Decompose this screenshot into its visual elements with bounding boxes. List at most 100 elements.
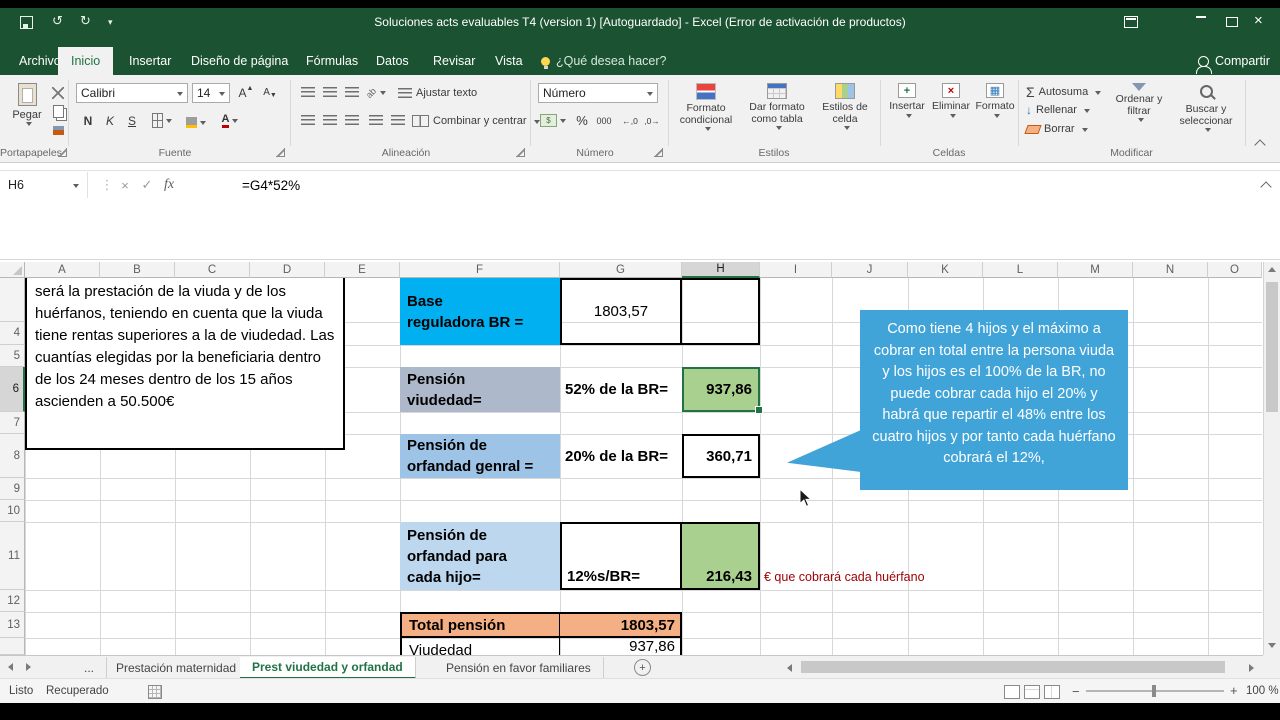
- column-header-J[interactable]: J: [832, 262, 908, 278]
- font-dialog-launcher-icon[interactable]: [276, 148, 285, 157]
- tab-insertar[interactable]: Insertar: [116, 47, 184, 75]
- delete-cells-button[interactable]: × Eliminar: [930, 79, 972, 123]
- worksheet[interactable]: ABCDEFGHIJKLMNO 45678910111213 será la p…: [0, 262, 1263, 655]
- clipboard-dialog-launcher-icon[interactable]: [58, 148, 67, 157]
- tab-formulas[interactable]: Fórmulas: [293, 47, 371, 75]
- align-top-icon[interactable]: [298, 83, 318, 102]
- cut-icon[interactable]: [48, 83, 68, 102]
- cell-row14-value[interactable]: 937,86: [560, 638, 682, 655]
- underline-button[interactable]: S: [122, 111, 142, 130]
- alignment-dialog-launcher-icon[interactable]: [516, 148, 525, 157]
- sheet-tab-pension-en-favor-familiares[interactable]: Pensión en favor familiares: [434, 657, 604, 679]
- conditional-format-button[interactable]: Formato condicional: [672, 79, 740, 136]
- add-sheet-button[interactable]: +: [634, 659, 651, 676]
- currency-icon[interactable]: $: [540, 111, 566, 130]
- row-header-partial[interactable]: [0, 278, 25, 322]
- decrease-decimal-icon[interactable]: ,0→: [642, 111, 662, 130]
- view-page-break-icon[interactable]: [1044, 685, 1060, 699]
- row-header-10[interactable]: 10: [0, 500, 25, 522]
- row-header-12[interactable]: 12: [0, 590, 25, 612]
- horizontal-scroll-thumb[interactable]: [801, 661, 1225, 673]
- row-header-11[interactable]: 11: [0, 522, 25, 590]
- close-icon[interactable]: ×: [1254, 12, 1263, 29]
- view-page-layout-icon[interactable]: [1024, 685, 1040, 699]
- cell-hijo-value[interactable]: 216,43: [682, 522, 760, 590]
- align-left-icon[interactable]: [298, 111, 318, 130]
- decrease-indent-icon[interactable]: [366, 111, 386, 130]
- note-textbox[interactable]: será la prestación de la viuda y de los …: [25, 278, 345, 450]
- format-painter-icon[interactable]: [48, 121, 68, 140]
- vertical-scrollbar[interactable]: [1263, 262, 1280, 655]
- merge-center-button[interactable]: Combinar y centrar: [412, 115, 540, 127]
- cell-hijo-label[interactable]: Pensión de orfandad para cada hijo=: [400, 522, 560, 590]
- tab-overflow[interactable]: ...: [72, 657, 107, 679]
- formula-input[interactable]: =G4*52%: [242, 172, 300, 198]
- cell-hijo-pct[interactable]: 12%s/BR=: [560, 522, 682, 590]
- sheet-nav-left-icon[interactable]: [8, 663, 13, 671]
- font-name-combo[interactable]: Calibri: [76, 83, 188, 103]
- align-right-icon[interactable]: [342, 111, 362, 130]
- cell-total-label[interactable]: Total pensión: [400, 612, 560, 638]
- tab-datos[interactable]: Datos: [363, 47, 422, 75]
- align-bottom-icon[interactable]: [342, 83, 362, 102]
- row-header-7[interactable]: 7: [0, 412, 25, 434]
- row-header-partial[interactable]: [0, 638, 25, 655]
- align-middle-icon[interactable]: [320, 83, 340, 102]
- sort-filter-button[interactable]: Ordenar y filtrar: [1108, 79, 1170, 127]
- name-box[interactable]: H6: [0, 172, 88, 198]
- cancel-icon[interactable]: ×: [114, 172, 136, 198]
- row-header-9[interactable]: 9: [0, 478, 25, 500]
- percent-icon[interactable]: %: [572, 111, 592, 130]
- scroll-up-icon[interactable]: [1268, 267, 1276, 272]
- zoom-in-button[interactable]: +: [1230, 683, 1238, 698]
- minimize-icon[interactable]: [1196, 8, 1206, 18]
- column-header-G[interactable]: G: [560, 262, 682, 278]
- cell-hijo-note[interactable]: € que cobrará cada huérfano: [764, 570, 925, 584]
- callout-bubble[interactable]: Como tiene 4 hijos y el máximo a cobrar …: [860, 310, 1128, 490]
- row-header-5[interactable]: 5: [0, 345, 25, 367]
- cell-viudedad-pct[interactable]: 52% de la BR=: [560, 367, 682, 412]
- row-header-4[interactable]: 4: [0, 322, 25, 345]
- thousands-icon[interactable]: 000: [594, 111, 614, 130]
- column-header-F[interactable]: F: [400, 262, 560, 278]
- fx-icon[interactable]: fx: [158, 172, 180, 198]
- recovered-label[interactable]: Recuperado: [46, 685, 109, 697]
- column-header-N[interactable]: N: [1133, 262, 1208, 278]
- format-table-button[interactable]: Dar formato como tabla: [742, 79, 812, 135]
- column-header-I[interactable]: I: [760, 262, 832, 278]
- tab-diseno[interactable]: Diseño de página: [178, 47, 301, 75]
- find-select-button[interactable]: Buscar y seleccionar: [1174, 79, 1238, 137]
- column-header-E[interactable]: E: [325, 262, 400, 278]
- column-header-D[interactable]: D: [250, 262, 325, 278]
- increase-indent-icon[interactable]: [388, 111, 408, 130]
- row-header-6[interactable]: 6: [0, 367, 25, 412]
- selected-cell-h6[interactable]: 937,86: [682, 367, 760, 412]
- paste-button[interactable]: Pegar: [6, 79, 48, 131]
- scroll-right-icon[interactable]: [1249, 664, 1254, 672]
- column-header-O[interactable]: O: [1208, 262, 1262, 278]
- zoom-slider-thumb[interactable]: [1152, 685, 1156, 697]
- cell-base-value[interactable]: 1803,57: [560, 278, 682, 345]
- decrease-font-icon[interactable]: A▼: [260, 83, 280, 102]
- vertical-scroll-thumb[interactable]: [1266, 282, 1278, 412]
- clear-button[interactable]: Borrar: [1026, 123, 1088, 135]
- horizontal-scrollbar[interactable]: [783, 659, 1261, 676]
- cell-viudedad-label[interactable]: Pensión viudedad=: [400, 367, 560, 412]
- zoom-level[interactable]: 100 %: [1246, 685, 1279, 697]
- cell-orfandad-label[interactable]: Pensión de orfandad genral =: [400, 434, 560, 478]
- italic-button[interactable]: K: [100, 111, 120, 130]
- fill-handle[interactable]: [755, 406, 763, 414]
- cell-base-empty[interactable]: [682, 278, 760, 345]
- autosum-button[interactable]: Σ Autosuma: [1026, 85, 1101, 99]
- number-dialog-launcher-icon[interactable]: [654, 148, 663, 157]
- wrap-text-button[interactable]: Ajustar texto: [398, 87, 477, 99]
- column-header-A[interactable]: A: [25, 262, 100, 278]
- align-center-icon[interactable]: [320, 111, 340, 130]
- column-header-B[interactable]: B: [100, 262, 175, 278]
- fill-button[interactable]: ↓ Rellenar: [1026, 104, 1090, 116]
- sheet-tab-prest-viudedad-y-orfandad[interactable]: Prest viudedad y orfandad: [240, 657, 416, 679]
- scroll-left-icon[interactable]: [787, 664, 792, 672]
- column-header-K[interactable]: K: [908, 262, 983, 278]
- number-format-combo[interactable]: Número: [538, 83, 658, 103]
- cell-orfandad-value[interactable]: 360,71: [682, 434, 760, 478]
